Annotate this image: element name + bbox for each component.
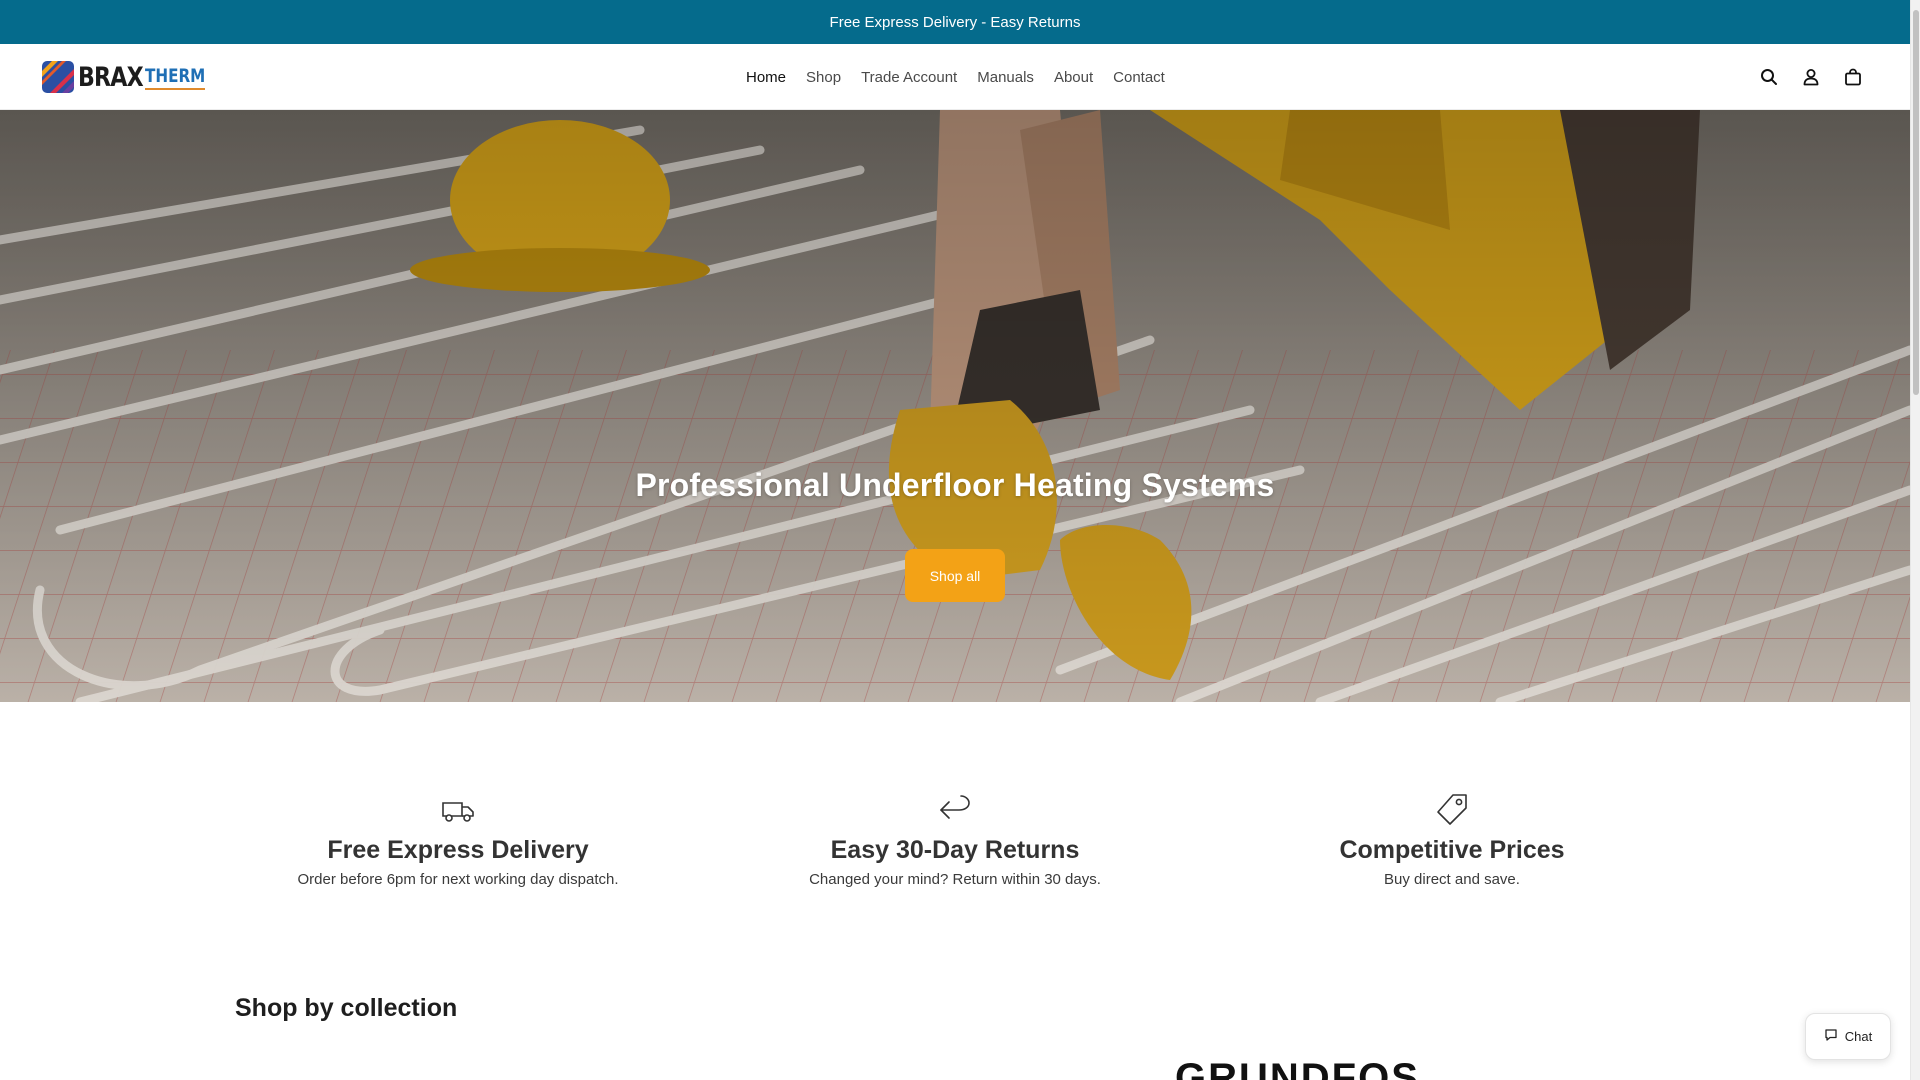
feature-returns-text: Changed your mind? Return within 30 days… <box>809 871 1101 888</box>
nav-item-trade-account[interactable]: Trade Account <box>861 69 957 86</box>
logo-mark-icon <box>42 61 74 93</box>
feature-prices: Competitive Prices Buy direct and save. <box>1202 792 1702 888</box>
header-actions <box>1760 44 1862 110</box>
chat-label: Chat <box>1844 1029 1873 1044</box>
shop-all-button[interactable]: Shop all <box>905 549 1005 602</box>
feature-delivery-title: Free Express Delivery <box>327 836 589 864</box>
nav-item-shop[interactable]: Shop <box>806 69 841 86</box>
chat-bubble-icon <box>1824 1028 1838 1045</box>
feature-prices-title: Competitive Prices <box>1339 836 1565 864</box>
price-tag-icon <box>1434 792 1470 828</box>
site-header: BRAX THERM Home Shop Trade Account Manua… <box>0 44 1910 110</box>
page-scrollbar[interactable] <box>1910 0 1920 1080</box>
return-arrow-icon <box>937 792 973 828</box>
nav-item-home[interactable]: Home <box>746 69 786 86</box>
nav-item-contact[interactable]: Contact <box>1113 69 1165 86</box>
brand-logo[interactable]: BRAX THERM <box>42 60 220 94</box>
nav-item-about[interactable]: About <box>1054 69 1093 86</box>
chat-button[interactable]: Chat <box>1805 1013 1891 1060</box>
hero-background-image <box>0 110 1910 702</box>
hero-banner: Professional Underfloor Heating Systems <box>0 110 1910 702</box>
collection-brand-logo[interactable]: GRUNDFOS <box>1175 1056 1420 1080</box>
announcement-bar: Free Express Delivery - Easy Returns <box>0 0 1910 44</box>
hero-title: Professional Underfloor Heating Systems <box>635 467 1275 503</box>
cart-icon[interactable] <box>1844 68 1862 86</box>
feature-delivery: Free Express Delivery Order before 6pm f… <box>208 792 708 888</box>
page: Free Express Delivery - Easy Returns BRA… <box>0 0 1910 1080</box>
scrollbar-thumb[interactable] <box>1913 10 1919 395</box>
feature-returns: Easy 30-Day Returns Changed your mind? R… <box>705 792 1205 888</box>
search-icon[interactable] <box>1760 68 1778 86</box>
logo-brax-text: BRAX <box>78 61 144 93</box>
collections-title: Shop by collection <box>235 994 458 1022</box>
announcement-text: Free Express Delivery - Easy Returns <box>829 13 1081 31</box>
main-nav: Home Shop Trade Account Manuals About Co… <box>746 44 1165 110</box>
feature-returns-title: Easy 30-Day Returns <box>830 836 1080 864</box>
account-icon[interactable] <box>1802 68 1820 86</box>
logo-therm-text: THERM <box>145 65 206 90</box>
features-section: Free Express Delivery Order before 6pm f… <box>0 792 1910 922</box>
nav-item-manuals[interactable]: Manuals <box>977 69 1034 86</box>
feature-prices-text: Buy direct and save. <box>1384 871 1520 888</box>
feature-delivery-text: Order before 6pm for next working day di… <box>297 871 619 888</box>
truck-icon <box>440 792 476 828</box>
